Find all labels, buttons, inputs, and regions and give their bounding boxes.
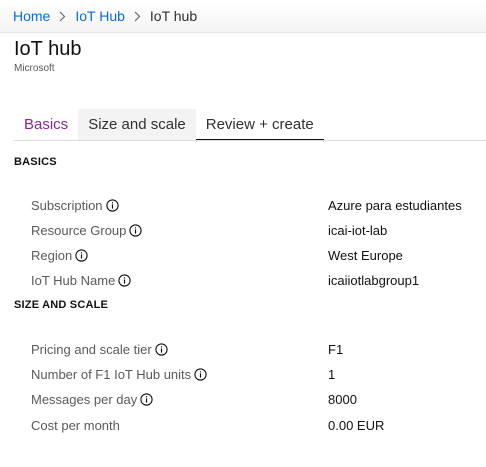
breadcrumb-current: IoT hub: [149, 8, 198, 24]
row-label-text: Messages per day: [31, 392, 138, 407]
info-icon[interactable]: [75, 249, 88, 262]
info-icon[interactable]: [118, 274, 131, 287]
row-label: Subscription: [31, 198, 119, 213]
row-value: West Europe: [328, 248, 403, 263]
tabs-divider: [14, 140, 486, 141]
page-subtitle: Microsoft: [14, 63, 55, 74]
row-label: IoT Hub Name: [31, 273, 131, 288]
row-label: Pricing and scale tier: [31, 342, 168, 357]
info-icon[interactable]: [129, 224, 143, 237]
row-value: icaiiotlabgroup1: [328, 273, 420, 288]
row-label: Region: [31, 248, 88, 263]
summary-row-subscription: Subscription Azure para estudiantes: [31, 198, 486, 218]
row-value: 0.00 EUR: [328, 418, 385, 433]
summary-row-resource-group: Resource Group icai-iot-lab: [31, 223, 486, 243]
row-label-text: Pricing and scale tier: [31, 342, 152, 357]
row-label: Resource Group: [31, 223, 143, 238]
info-icon[interactable]: [155, 343, 168, 356]
summary-row-pricing-tier: Pricing and scale tier F1: [31, 342, 486, 362]
breadcrumb-home-link[interactable]: Home: [13, 8, 50, 24]
tab-size-and-scale[interactable]: Size and scale: [78, 109, 196, 141]
tab-bar: Basics Size and scale Review + create: [14, 109, 324, 141]
summary-row-iot-hub-name: IoT Hub Name icaiiotlabgroup1: [31, 273, 486, 293]
info-icon[interactable]: [194, 368, 207, 381]
summary-row-cost-per-month: Cost per month 0.00 EUR: [31, 418, 486, 438]
row-label: Cost per month: [31, 418, 120, 433]
info-icon[interactable]: [140, 393, 153, 406]
row-value: icai-iot-lab: [328, 223, 388, 238]
row-value: 8000: [328, 392, 357, 407]
summary-row-messages-per-day: Messages per day 8000: [31, 392, 486, 412]
row-label: Number of F1 IoT Hub units: [31, 367, 207, 382]
summary-row-units: Number of F1 IoT Hub units 1: [31, 367, 486, 387]
tab-review-create[interactable]: Review + create: [195, 109, 324, 141]
row-label: Messages per day: [31, 392, 153, 407]
tab-basics[interactable]: Basics: [14, 109, 78, 141]
breadcrumb-iot-hub-link[interactable]: IoT Hub: [75, 8, 125, 24]
row-label-text: Subscription: [31, 198, 103, 213]
basics-section-header: BASICS: [14, 156, 57, 168]
row-value: 1: [328, 367, 336, 382]
row-label-text: Cost per month: [31, 418, 120, 433]
breadcrumb: Home IoT Hub IoT hub: [0, 0, 486, 33]
row-label-text: IoT Hub Name: [31, 273, 116, 288]
row-label-text: Region: [31, 248, 73, 263]
chevron-right-icon: [134, 11, 141, 22]
page-title: IoT hub: [14, 38, 82, 60]
row-value: Azure para estudiantes: [328, 198, 462, 213]
row-label-text: Resource Group: [31, 223, 127, 238]
chevron-right-icon: [59, 11, 66, 22]
row-label-text: Number of F1 IoT Hub units: [31, 367, 192, 382]
row-value: F1: [328, 342, 344, 357]
summary-row-region: Region West Europe: [31, 248, 486, 268]
size-scale-section-header: SIZE AND SCALE: [14, 299, 109, 311]
info-icon[interactable]: [105, 199, 119, 212]
